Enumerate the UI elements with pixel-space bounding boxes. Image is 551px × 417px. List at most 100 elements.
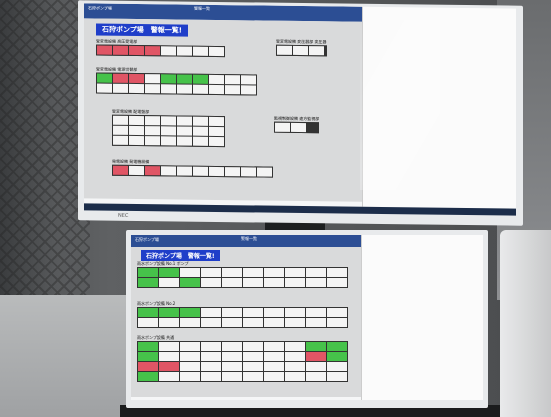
alarm-tile-white[interactable] bbox=[222, 362, 242, 371]
alarm-tile-white[interactable] bbox=[306, 372, 326, 381]
alarm-tile-white[interactable] bbox=[264, 372, 284, 381]
alarm-tile-white[interactable] bbox=[257, 167, 272, 177]
alarm-tile-white[interactable] bbox=[138, 318, 158, 327]
alarm-tile-white[interactable] bbox=[306, 268, 326, 277]
alarm-tile-white[interactable] bbox=[129, 125, 144, 136]
alarm-tile-white[interactable] bbox=[209, 46, 224, 57]
alarm-tile-white[interactable] bbox=[222, 278, 242, 287]
alarm-tile-white[interactable] bbox=[161, 46, 176, 56]
alarm-tile-red[interactable] bbox=[159, 362, 179, 371]
alarm-tile-white[interactable] bbox=[243, 372, 263, 381]
alarm-tile-green[interactable] bbox=[327, 342, 347, 351]
alarm-tile-white[interactable] bbox=[113, 135, 128, 145]
alarm-tile-white[interactable] bbox=[241, 75, 256, 85]
alarm-tile-white[interactable] bbox=[293, 45, 308, 56]
alarm-tile-green[interactable] bbox=[138, 308, 158, 317]
alarm-tile-white[interactable] bbox=[209, 126, 224, 137]
alarm-tile-white[interactable] bbox=[159, 372, 179, 381]
alarm-tile-white[interactable] bbox=[193, 126, 208, 136]
alarm-tile-green[interactable] bbox=[327, 352, 347, 361]
alarm-tile-white[interactable] bbox=[145, 116, 160, 126]
alarm-tile-white[interactable] bbox=[264, 268, 284, 277]
alarm-tile-white[interactable] bbox=[201, 372, 221, 381]
alarm-tile-white[interactable] bbox=[264, 352, 284, 361]
alarm-tile-white[interactable] bbox=[193, 166, 208, 176]
alarm-tile-white[interactable] bbox=[180, 268, 200, 277]
alarm-tile-white[interactable] bbox=[159, 342, 179, 351]
alarm-tile-white[interactable] bbox=[309, 46, 324, 56]
alarm-tile-white[interactable] bbox=[306, 278, 326, 287]
alarm-tile-white[interactable] bbox=[327, 278, 347, 287]
alarm-tile-white[interactable] bbox=[222, 372, 242, 381]
alarm-tile-white[interactable] bbox=[129, 165, 144, 176]
alarm-tile-red[interactable] bbox=[129, 73, 144, 84]
alarm-tile-white[interactable] bbox=[161, 136, 176, 146]
alarm-tile-white[interactable] bbox=[209, 74, 224, 85]
alarm-tile-white[interactable] bbox=[177, 136, 192, 146]
alarm-tile-white[interactable] bbox=[201, 318, 221, 327]
alarm-tile-green[interactable] bbox=[138, 352, 158, 361]
alarm-tile-white[interactable] bbox=[145, 136, 160, 146]
alarm-tile-white[interactable] bbox=[193, 116, 208, 126]
alarm-tile-white[interactable] bbox=[285, 362, 305, 371]
alarm-tile-white[interactable] bbox=[327, 308, 347, 317]
alarm-tile-white[interactable] bbox=[201, 342, 221, 351]
alarm-tile-white[interactable] bbox=[161, 126, 176, 136]
alarm-tile-white[interactable] bbox=[264, 362, 284, 371]
alarm-tile-white[interactable] bbox=[180, 342, 200, 351]
alarm-tile-white[interactable] bbox=[201, 268, 221, 277]
alarm-tile-white[interactable] bbox=[129, 83, 144, 94]
alarm-tile-white[interactable] bbox=[161, 166, 176, 176]
alarm-tile-red[interactable] bbox=[145, 46, 160, 56]
alarm-tile-green[interactable] bbox=[159, 308, 179, 317]
alarm-tile-white[interactable] bbox=[225, 167, 240, 177]
alarm-tile-white[interactable] bbox=[222, 352, 242, 361]
alarm-tile-white[interactable] bbox=[129, 135, 144, 146]
alarm-tile-white[interactable] bbox=[193, 84, 208, 94]
alarm-tile-white[interactable] bbox=[97, 83, 112, 93]
alarm-tile-green[interactable] bbox=[97, 73, 112, 83]
alarm-tile-white[interactable] bbox=[209, 84, 224, 95]
alarm-tile-white[interactable] bbox=[241, 167, 256, 177]
alarm-tile-white[interactable] bbox=[306, 318, 326, 327]
alarm-tile-white[interactable] bbox=[145, 84, 160, 94]
alarm-tile-white[interactable] bbox=[243, 268, 263, 277]
alarm-tile-white[interactable] bbox=[277, 45, 292, 55]
alarm-tile-white[interactable] bbox=[225, 75, 240, 85]
alarm-tile-red[interactable] bbox=[129, 45, 144, 56]
alarm-tile-white[interactable] bbox=[264, 308, 284, 317]
alarm-tile-white[interactable] bbox=[201, 362, 221, 371]
alarm-tile-white[interactable] bbox=[129, 115, 144, 126]
alarm-tile-green[interactable] bbox=[180, 308, 200, 317]
alarm-tile-white[interactable] bbox=[222, 308, 242, 317]
alarm-tile-red[interactable] bbox=[113, 45, 128, 55]
alarm-tile-red[interactable] bbox=[97, 45, 112, 55]
alarm-tile-white[interactable] bbox=[222, 268, 242, 277]
alarm-tile-white[interactable] bbox=[177, 116, 192, 126]
alarm-tile-white[interactable] bbox=[243, 362, 263, 371]
alarm-tile-white[interactable] bbox=[159, 318, 179, 327]
alarm-tile-white[interactable] bbox=[285, 278, 305, 287]
alarm-tile-white[interactable] bbox=[306, 362, 326, 371]
alarm-tile-white[interactable] bbox=[193, 136, 208, 146]
alarm-tile-white[interactable] bbox=[209, 116, 224, 127]
alarm-tile-white[interactable] bbox=[180, 372, 200, 381]
alarm-tile-white[interactable] bbox=[327, 372, 347, 381]
alarm-tile-white[interactable] bbox=[264, 342, 284, 351]
alarm-tile-white[interactable] bbox=[177, 84, 192, 94]
alarm-tile-white[interactable] bbox=[285, 268, 305, 277]
alarm-tile-white[interactable] bbox=[145, 74, 160, 84]
alarm-tile-white[interactable] bbox=[243, 342, 263, 351]
alarm-tile-white[interactable] bbox=[243, 352, 263, 361]
alarm-tile-white[interactable] bbox=[275, 122, 290, 132]
alarm-tile-red[interactable] bbox=[113, 73, 128, 83]
alarm-tile-red[interactable] bbox=[306, 352, 326, 361]
alarm-tile-white[interactable] bbox=[285, 342, 305, 351]
alarm-tile-white[interactable] bbox=[193, 46, 208, 56]
alarm-tile-white[interactable] bbox=[327, 268, 347, 277]
alarm-tile-white[interactable] bbox=[113, 125, 128, 135]
alarm-tile-white[interactable] bbox=[222, 318, 242, 327]
alarm-tile-white[interactable] bbox=[243, 308, 263, 317]
alarm-tile-white[interactable] bbox=[327, 318, 347, 327]
alarm-tile-green[interactable] bbox=[159, 268, 179, 277]
